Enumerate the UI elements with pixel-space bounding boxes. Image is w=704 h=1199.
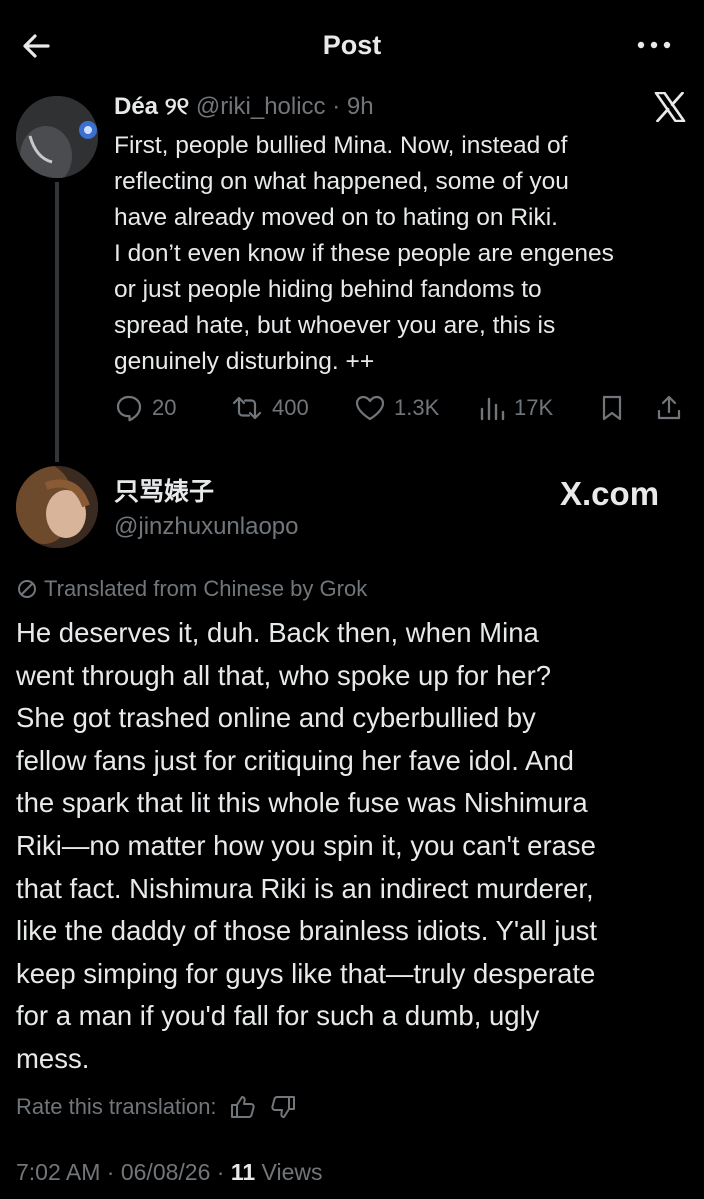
reply-count: 20 bbox=[152, 395, 177, 420]
separator-dot: · bbox=[325, 93, 347, 120]
text-line: reflecting on what happened, some of you bbox=[114, 168, 569, 195]
share-button[interactable] bbox=[654, 390, 692, 426]
text-line: genuinely disturbing. ++ bbox=[114, 348, 375, 375]
translate-icon bbox=[18, 580, 36, 598]
bookmark-button[interactable] bbox=[598, 390, 634, 426]
post-date: 06/08/26 bbox=[120, 1159, 211, 1185]
post-age: 9h bbox=[346, 93, 374, 120]
repost-icon bbox=[232, 396, 262, 420]
text-line: Riki—no matter how you spin it, you can'… bbox=[16, 829, 596, 861]
view-count: 17K bbox=[514, 395, 554, 420]
text-line: She got trashed online and cyberbullied … bbox=[16, 702, 536, 734]
separator-dot: · bbox=[100, 1159, 121, 1185]
post-text: He deserves it, duh. Back then, when Min… bbox=[16, 612, 696, 1081]
thumbs-up-icon[interactable] bbox=[229, 1094, 257, 1120]
text-line: like the daddy of those brainless idiots… bbox=[16, 915, 598, 947]
text-line: I don’t even know if these people are en… bbox=[114, 240, 614, 267]
bookmark-icon bbox=[602, 395, 622, 421]
parent-post-text: First, people bullied Mina. Now, instead… bbox=[114, 128, 694, 380]
text-line: for a man if you'd fall for such a dumb,… bbox=[16, 1000, 540, 1032]
post-time: 7:02 AM bbox=[16, 1159, 101, 1185]
more-dots-icon[interactable] bbox=[632, 30, 676, 60]
avatar[interactable] bbox=[16, 96, 98, 178]
views-button[interactable]: 17K bbox=[478, 390, 553, 426]
translation-note: Translated from Chinese by Grok bbox=[16, 574, 367, 604]
like-count: 1.3K bbox=[394, 395, 440, 420]
watermark-text: X.com bbox=[560, 475, 660, 512]
author-name[interactable]: 只骂婊子 bbox=[114, 476, 214, 508]
text-line: spread hate, but whoever you are, this i… bbox=[114, 312, 556, 339]
reply-icon bbox=[116, 395, 142, 422]
text-line: fellow fans just for critiquing her fave… bbox=[16, 744, 574, 776]
view-count: 11 bbox=[230, 1159, 256, 1185]
rate-label: Rate this translation: bbox=[16, 1094, 217, 1119]
x-logo-icon bbox=[654, 92, 686, 122]
author-handle: @riki_holicc bbox=[195, 93, 326, 120]
views-label: Views bbox=[261, 1159, 323, 1185]
text-line: went through all that, who spoke up for … bbox=[16, 659, 552, 691]
thread-line bbox=[55, 182, 59, 462]
like-button[interactable]: 1.3K bbox=[354, 390, 439, 426]
text-line: the spark that lit this whole fuse was N… bbox=[16, 787, 588, 819]
translation-label: Translated from Chinese by Grok bbox=[44, 576, 368, 601]
page-title: Post bbox=[322, 30, 382, 60]
text-line: have already moved on to hating on Riki. bbox=[114, 204, 558, 231]
heart-icon bbox=[355, 395, 385, 421]
post-meta: 7:02 AM · 06/08/26 · 11 Views bbox=[16, 1156, 322, 1188]
text-line: that fact. Nishimura Riki is an indirect… bbox=[16, 872, 594, 904]
text-line: or just people hiding behind fandoms to bbox=[114, 276, 542, 303]
share-icon bbox=[657, 395, 681, 420]
repost-count: 400 bbox=[272, 395, 309, 420]
thumbs-down-icon[interactable] bbox=[269, 1094, 297, 1120]
separator-dot: · bbox=[210, 1159, 231, 1185]
views-icon bbox=[480, 397, 505, 421]
text-line: keep simping for guys like that—truly de… bbox=[16, 957, 596, 989]
text-line: First, people bullied Mina. Now, instead… bbox=[114, 132, 568, 159]
repost-button[interactable]: 400 bbox=[230, 390, 309, 426]
author-handle[interactable]: @jinzhuxunlaopo bbox=[114, 512, 299, 542]
rate-translation: Rate this translation: bbox=[16, 1092, 297, 1122]
author-name: Déa ୨୧ bbox=[114, 93, 190, 120]
text-line: mess. bbox=[16, 1042, 90, 1074]
parent-author[interactable]: Déa ୨୧ @riki_holicc · 9h bbox=[114, 90, 374, 124]
reply-button[interactable]: 20 bbox=[114, 390, 176, 426]
avatar[interactable] bbox=[16, 466, 98, 548]
text-line: He deserves it, duh. Back then, when Min… bbox=[16, 617, 539, 648]
